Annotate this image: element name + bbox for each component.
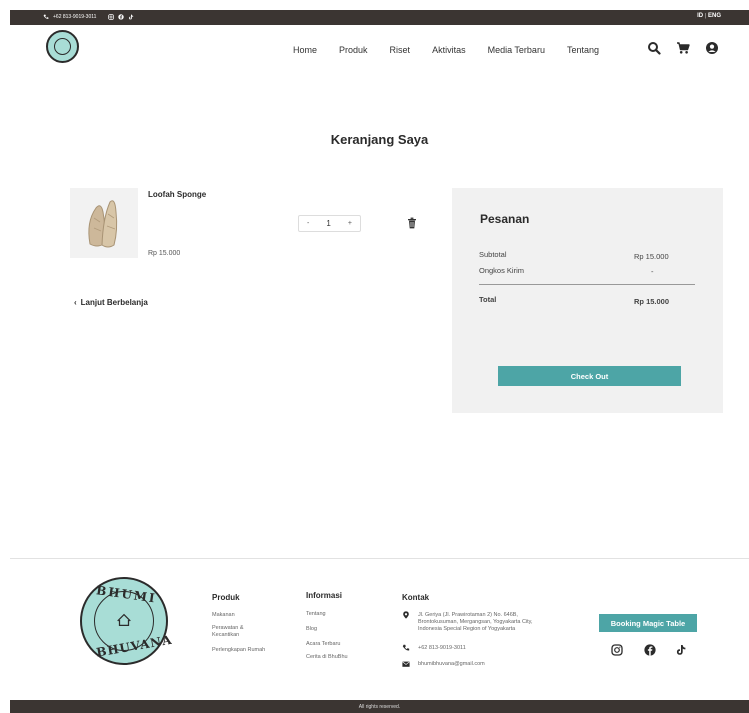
continue-shopping-label: Lanjut Berbelanja (80, 298, 148, 307)
subtotal-value: Rp 15.000 (634, 252, 669, 261)
footer-link-perlengkapan[interactable]: Perlengkapan Rumah (212, 647, 265, 654)
chevron-left-icon: ‹ (74, 298, 77, 307)
facebook-icon[interactable] (644, 644, 656, 656)
order-summary: Pesanan Subtotal Rp 15.000 Ongkos Kirim … (452, 188, 723, 413)
email-icon (402, 661, 410, 667)
tiktok-icon[interactable] (675, 644, 687, 656)
summary-divider (479, 284, 695, 285)
site-logo[interactable] (46, 30, 79, 63)
footer-link-kecantikan[interactable]: Kecantikan (212, 632, 239, 639)
user-icon[interactable] (705, 41, 719, 55)
footer-link-tentang[interactable]: Tentang (306, 611, 326, 618)
main-nav: Home Produk Riset Aktivitas Media Terbar… (293, 45, 621, 55)
house-icon (117, 613, 131, 627)
phone-icon (402, 644, 410, 651)
copyright-bar: All rights reserved. (10, 700, 749, 713)
subtotal-label: Subtotal (479, 250, 507, 259)
quantity-stepper: - 1 + (298, 215, 361, 232)
top-phone-number[interactable]: +62 813-9019-3011 (53, 14, 96, 20)
shipping-value: - (651, 267, 654, 276)
footer-logo[interactable]: BHUMI BHUVANA (80, 577, 173, 665)
header-actions (647, 41, 719, 55)
site-header: Home Produk Riset Aktivitas Media Terbar… (10, 25, 749, 70)
product-price: Rp 15.000 (148, 250, 181, 257)
total-value: Rp 15.000 (634, 297, 670, 306)
footer-link-acara[interactable]: Acara Terbaru (306, 641, 340, 648)
search-icon[interactable] (647, 41, 661, 55)
product-image (70, 188, 138, 258)
footer-informasi-title: Informasi (306, 591, 343, 600)
footer-produk-title: Produk (212, 593, 240, 602)
footer-link-blog[interactable]: Blog (306, 626, 317, 633)
location-icon (403, 611, 409, 619)
product-name[interactable]: Loofah Sponge (148, 190, 206, 199)
footer-link-makanan[interactable]: Makanan (212, 612, 235, 619)
nav-produk[interactable]: Produk (339, 45, 368, 55)
instagram-icon[interactable] (108, 14, 115, 20)
site-footer: BHUMI BHUVANA Produk Makanan Perawatan &… (10, 558, 749, 698)
copyright-text: All rights reserved. (358, 703, 401, 710)
instagram-icon[interactable] (611, 644, 623, 656)
qty-value[interactable]: 1 (326, 219, 330, 228)
nav-aktivitas[interactable]: Aktivitas (432, 45, 466, 55)
continue-shopping-link[interactable]: ‹ Lanjut Berbelanja (74, 298, 148, 307)
address-line-3: Indonesia Special Region of Yogyakarta (418, 626, 516, 632)
qty-decrement-button[interactable]: - (307, 220, 309, 227)
logo-ring (54, 38, 71, 55)
nav-media-terbaru[interactable]: Media Terbaru (488, 45, 545, 55)
page: +62 813-9019-3011 ID | ENG Home Produk R… (10, 10, 749, 713)
lang-id[interactable]: ID (697, 13, 703, 19)
booking-magic-table-button[interactable]: Booking Magic Table (599, 614, 697, 632)
footer-email[interactable]: bhumibhuvana@gmail.com (418, 661, 485, 668)
address-line-2: Brontokusuman, Mergangsan, Yogyakarta Ci… (418, 619, 533, 625)
tiktok-icon[interactable] (128, 14, 134, 20)
facebook-icon[interactable] (118, 14, 125, 20)
nav-riset[interactable]: Riset (390, 45, 411, 55)
total-label: Total (479, 295, 497, 304)
lang-eng[interactable]: ENG (708, 13, 721, 19)
shipping-label: Ongkos Kirim (479, 266, 525, 275)
nav-tentang[interactable]: Tentang (567, 45, 599, 55)
qty-increment-button[interactable]: + (348, 220, 352, 227)
top-bar: +62 813-9019-3011 ID | ENG (10, 10, 749, 25)
address-line-1: Jl. Geriya (Jl. Prawirotaman 2) No. 646B… (418, 612, 518, 618)
lang-separator: | (704, 13, 707, 19)
checkout-button[interactable]: Check Out (498, 366, 681, 386)
footer-link-cerita[interactable]: Cerita di BhuBhu (306, 654, 348, 661)
page-title: Keranjang Saya (330, 132, 429, 147)
phone-icon[interactable] (43, 14, 49, 20)
summary-title: Pesanan (480, 212, 530, 226)
top-bar-contacts: +62 813-9019-3011 (43, 14, 134, 20)
footer-kontak-title: Kontak (402, 593, 430, 602)
trash-icon[interactable] (407, 217, 417, 229)
nav-home[interactable]: Home (293, 45, 317, 55)
cart-icon[interactable] (676, 41, 690, 55)
footer-link-perawatan[interactable]: Perawatan & (212, 625, 244, 632)
language-switcher: ID | ENG (697, 13, 721, 19)
footer-phone[interactable]: +62 813-9019-3011 (418, 645, 466, 652)
